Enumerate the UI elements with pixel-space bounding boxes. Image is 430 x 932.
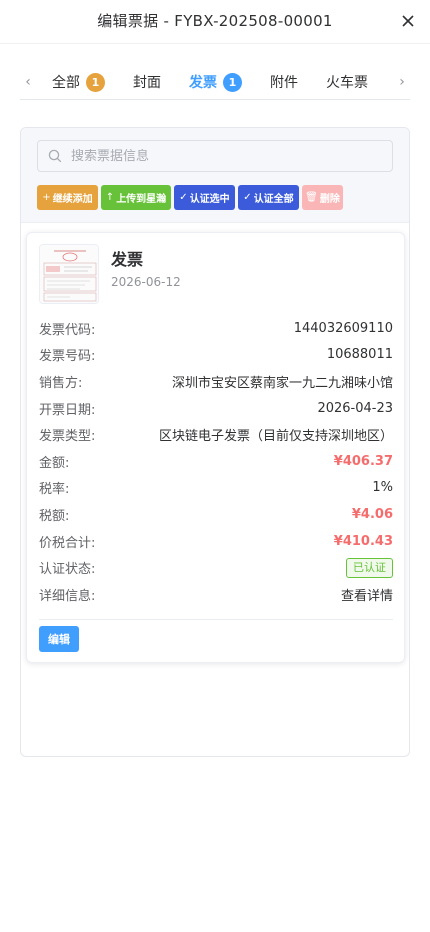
field-value: 深圳市宝安区蔡南家一九二九湘味小馆 bbox=[171, 375, 393, 391]
field-label: 金额: bbox=[39, 455, 70, 471]
button-icon: ↑ bbox=[105, 192, 115, 203]
tab-3[interactable]: 附件 bbox=[270, 64, 298, 99]
button-label: 认证选中 bbox=[189, 194, 230, 205]
tab-0[interactable]: 全部 1 bbox=[52, 64, 105, 99]
field-amount: ¥4.06 bbox=[351, 506, 393, 522]
button-icon: ✓ bbox=[243, 192, 252, 203]
button-icon: 🗑 bbox=[305, 192, 318, 203]
tab-1[interactable]: 封面 bbox=[133, 64, 161, 99]
edit-button[interactable]: 编辑 bbox=[39, 626, 79, 652]
invoice-fields: 发票代码: 144032609110 发票号码: 10688011 销售方: 深圳市宝安区… bbox=[39, 315, 393, 608]
field-value: 2026-04-23 bbox=[317, 400, 393, 416]
upload-button[interactable]: ↑ 上传到星瀚 bbox=[101, 185, 171, 210]
receipt-type-tabs: ‹ 全部1封面发票1附件火车票飞 › bbox=[20, 64, 410, 100]
dialog-header: 编辑票据 - FYBX-202508-00001 bbox=[0, 0, 430, 44]
invoice-title: 发票 bbox=[111, 250, 144, 269]
tab-list: 全部1封面发票1附件火车票飞 bbox=[52, 64, 410, 99]
card-divider bbox=[39, 619, 393, 620]
dialog-title: 编辑票据 - FYBX-202508-00001 bbox=[97, 12, 333, 30]
field-value: 1% bbox=[372, 480, 393, 496]
field-value: 10688011 bbox=[326, 347, 393, 363]
tab-scroll-left-icon[interactable]: ‹ bbox=[20, 64, 36, 99]
tab-count-badge: 1 bbox=[86, 72, 105, 92]
field-label: 开票日期: bbox=[39, 402, 96, 418]
tab-4[interactable]: 火车票 bbox=[326, 64, 368, 99]
button-label: 删除 bbox=[319, 194, 340, 205]
button-label: 继续添加 bbox=[52, 194, 93, 205]
field-row: 发票类型: 区块链电子发票（目前仅支持深圳地区） bbox=[39, 421, 393, 448]
verify-selected-button[interactable]: ✓ 认证选中 bbox=[174, 185, 235, 210]
field-row: 销售方: 深圳市宝安区蔡南家一九二九湘味小馆 bbox=[39, 368, 393, 395]
field-label: 销售方: bbox=[39, 375, 83, 391]
edit-receipt-dialog: 编辑票据 - FYBX-202508-00001 ‹ 全部 1 封面 发票 1 附件 火车票… bbox=[0, 0, 430, 932]
invoice-thumbnail[interactable] bbox=[39, 244, 99, 304]
verified-status-badge: 已认证 bbox=[346, 557, 393, 578]
invoice-panel: +继续添加↑上传到星瀚✓认证选中✓认证全部🗑删除 bbox=[20, 127, 410, 757]
search-input[interactable] bbox=[71, 148, 371, 164]
field-row: 发票代码: 144032609110 bbox=[39, 315, 393, 342]
invoice-card: 发票 2026-06-12 发票代码: 144032609110 发票号码: 1068… bbox=[26, 232, 405, 663]
invoice-date: 2026-06-12 bbox=[111, 275, 181, 289]
tab-label: 发票 bbox=[189, 75, 217, 91]
field-value: 区块链电子发票（目前仅支持深圳地区） bbox=[158, 429, 393, 445]
continue-add-button[interactable]: + 继续添加 bbox=[37, 185, 98, 210]
panel-toolbar: +继续添加↑上传到星瀚✓认证选中✓认证全部🗑删除 bbox=[21, 128, 409, 223]
field-row: 发票号码: 10688011 bbox=[39, 342, 393, 369]
view-details-link[interactable]: 查看详情 bbox=[341, 585, 393, 604]
field-label: 发票号码: bbox=[39, 349, 96, 365]
tab-scroll-right-icon[interactable]: › bbox=[394, 64, 410, 99]
search-icon bbox=[48, 149, 62, 163]
field-amount: ¥406.37 bbox=[333, 453, 393, 469]
field-row: 金额: ¥406.37 bbox=[39, 448, 393, 475]
field-value: 144032609110 bbox=[293, 320, 393, 336]
field-row: 详细信息: 查看详情 bbox=[39, 581, 393, 608]
tab-2[interactable]: 发票 1 bbox=[189, 64, 242, 99]
field-label: 税额: bbox=[39, 508, 70, 524]
field-row: 价税合计: ¥410.43 bbox=[39, 528, 393, 555]
field-label: 详细信息: bbox=[39, 588, 96, 604]
close-icon[interactable] bbox=[400, 13, 416, 29]
button-label: 认证全部 bbox=[253, 194, 294, 205]
delete-button[interactable]: 🗑 删除 bbox=[302, 185, 343, 210]
field-row: 税额: ¥4.06 bbox=[39, 501, 393, 528]
field-label: 认证状态: bbox=[39, 562, 96, 578]
field-label: 价税合计: bbox=[39, 535, 96, 551]
field-row: 开票日期: 2026-04-23 bbox=[39, 395, 393, 422]
tab-count-badge: 1 bbox=[223, 72, 242, 92]
field-row: 税率: 1% bbox=[39, 475, 393, 502]
field-label: 发票代码: bbox=[39, 322, 96, 338]
field-amount: ¥410.43 bbox=[333, 533, 393, 549]
verify-all-button[interactable]: ✓ 认证全部 bbox=[238, 185, 299, 210]
button-icon: + bbox=[42, 192, 51, 203]
button-icon: ✓ bbox=[179, 192, 188, 203]
action-buttons: + 继续添加 ↑ 上传到星瀚 ✓ 认证选中 ✓ 认证全部 🗑 删除 bbox=[37, 185, 346, 210]
tab-label: 全部 bbox=[52, 75, 80, 91]
tab-label: 附件 bbox=[270, 75, 298, 91]
tab-label: 火车票 bbox=[326, 75, 368, 91]
field-label: 税率: bbox=[39, 482, 70, 498]
field-label: 发票类型: bbox=[39, 429, 96, 445]
button-label: 上传到星瀚 bbox=[116, 194, 167, 205]
search-box[interactable] bbox=[37, 140, 393, 172]
field-row: 认证状态: 已认证 bbox=[39, 554, 393, 581]
tab-label: 封面 bbox=[133, 75, 161, 91]
